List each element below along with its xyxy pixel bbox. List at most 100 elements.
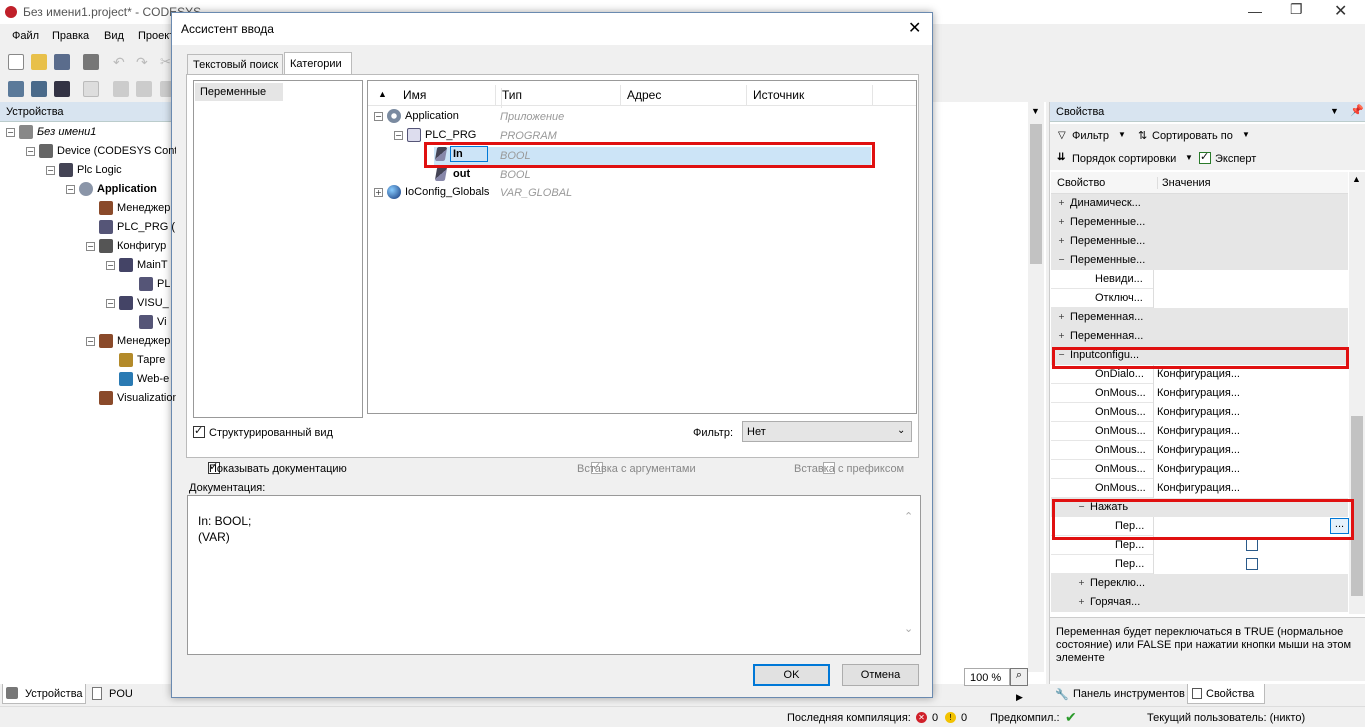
col-address[interactable]: Адрес	[627, 88, 661, 102]
tab-text-search[interactable]: Текстовый поиск	[187, 54, 283, 74]
device-tree-item[interactable]: − Без имени1	[6, 125, 96, 143]
property-value[interactable]	[1153, 593, 1348, 612]
menu-file[interactable]: Файл	[12, 30, 39, 42]
properties-scrollbar[interactable]: ▲	[1349, 172, 1365, 614]
menu-project[interactable]: Проект	[138, 30, 174, 42]
scroll-down-icon[interactable]: ▼	[1031, 106, 1040, 116]
expand-icon[interactable]: +	[1077, 597, 1086, 607]
open-folder-icon[interactable]	[31, 54, 47, 70]
expand-icon[interactable]: +	[374, 187, 383, 197]
tab-pou[interactable]: POU	[89, 684, 169, 704]
property-row[interactable]: OnMous... Конфигурация...	[1051, 422, 1348, 441]
property-value[interactable]: Конфигурация...	[1153, 384, 1348, 403]
property-row[interactable]: OnMous... Конфигурация...	[1051, 479, 1348, 498]
collapse-icon[interactable]: −	[86, 241, 95, 251]
device-tree-item[interactable]: PLC_PRG (	[86, 220, 175, 238]
zoom-box[interactable]: 100 %	[964, 668, 1010, 686]
editor-scrollbar[interactable]: ▼	[1028, 102, 1044, 672]
expand-icon[interactable]: +	[1077, 578, 1086, 588]
property-row[interactable]: OnMous... Конфигурация...	[1051, 403, 1348, 422]
scroll-right-icon[interactable]: ▶	[1016, 692, 1023, 703]
minimize-icon[interactable]: —	[1248, 3, 1262, 19]
property-row[interactable]: Отключ...	[1051, 289, 1348, 308]
property-value[interactable]	[1153, 289, 1348, 308]
property-row[interactable]: + Переменная...	[1051, 308, 1348, 327]
close-window-icon[interactable]: ✕	[1334, 1, 1347, 21]
device-tree-item[interactable]: − Менеджер	[86, 334, 170, 352]
device-tree-item[interactable]: − VISU_	[106, 296, 169, 314]
collapse-icon[interactable]: −	[66, 184, 75, 194]
build-icon[interactable]	[8, 81, 24, 97]
tab-devices[interactable]: Устройства	[2, 684, 86, 704]
panel-dropdown-icon[interactable]: ▼	[1330, 106, 1339, 116]
collapse-icon[interactable]: −	[106, 260, 115, 270]
expand-icon[interactable]: +	[1057, 236, 1066, 246]
collapse-icon[interactable]: −	[46, 165, 55, 175]
collapse-icon[interactable]: −	[1057, 255, 1066, 265]
property-row[interactable]: OnMous... Конфигурация...	[1051, 384, 1348, 403]
device-tree-item[interactable]: − Конфигур	[86, 239, 166, 257]
property-value[interactable]	[1153, 194, 1348, 213]
tool-b-icon[interactable]	[136, 81, 152, 97]
property-value[interactable]	[1153, 327, 1348, 346]
login-icon[interactable]	[31, 81, 47, 97]
property-row[interactable]: − Переменные...	[1051, 251, 1348, 270]
expert-checkbox[interactable]	[1199, 150, 1211, 165]
device-tree-item[interactable]: Vi	[126, 315, 167, 333]
tree-row-application[interactable]: − Application Приложение	[374, 109, 774, 127]
device-tree-item[interactable]: Менеджер	[86, 201, 170, 219]
collapse-icon[interactable]: −	[374, 111, 383, 121]
property-value[interactable]	[1153, 574, 1348, 593]
cancel-button[interactable]: Отмена	[842, 664, 919, 686]
property-row[interactable]: OnMous... Конфигурация...	[1051, 441, 1348, 460]
filter-icon[interactable]: ▽	[1058, 130, 1066, 141]
pin-icon[interactable]: 📌	[1350, 104, 1364, 117]
zoom-icon[interactable]: ⌕	[1010, 668, 1028, 686]
expand-icon[interactable]: +	[1057, 217, 1066, 227]
collapse-icon[interactable]: −	[394, 130, 403, 140]
property-value[interactable]	[1153, 555, 1348, 574]
filter-select[interactable]: Нет ⌄	[742, 421, 912, 442]
sort-icon[interactable]: ⇅	[1138, 129, 1147, 142]
collapse-icon[interactable]: −	[106, 298, 115, 308]
sort-by-dropdown-icon[interactable]: ▼	[1242, 130, 1250, 139]
maximize-icon[interactable]: ❐	[1290, 1, 1303, 18]
tree-row-out[interactable]: out BOOL	[434, 167, 834, 185]
sort-by-button[interactable]: Сортировать по	[1152, 130, 1233, 142]
property-value[interactable]: Конфигурация...	[1153, 422, 1348, 441]
prop-scroll-up-icon[interactable]: ▲	[1352, 174, 1361, 184]
device-tree-item[interactable]: − Device (CODESYS Cont	[26, 144, 176, 162]
filter-button[interactable]: Фильтр	[1072, 130, 1109, 142]
undo-icon[interactable]: ↶	[113, 54, 129, 70]
property-row[interactable]: + Динамическ...	[1051, 194, 1348, 213]
menu-view[interactable]: Вид	[104, 30, 124, 42]
property-row[interactable]: Невиди...	[1051, 270, 1348, 289]
device-tree-item[interactable]: − Application	[66, 182, 157, 200]
sort-order-dropdown-icon[interactable]: ▼	[1185, 153, 1193, 162]
col-type[interactable]: Тип	[501, 88, 522, 108]
device-tree-item[interactable]: − MainT	[106, 258, 168, 276]
collapse-icon[interactable]: −	[86, 336, 95, 346]
property-value[interactable]: Конфигурация...	[1153, 460, 1348, 479]
grid-icon[interactable]	[54, 81, 70, 97]
tab-toolbox[interactable]: 🔧 Панель инструментов	[1051, 684, 1185, 704]
col-source[interactable]: Источник	[753, 88, 804, 102]
collapse-icon[interactable]: −	[6, 127, 15, 137]
property-value[interactable]	[1153, 232, 1348, 251]
sort-asc-icon[interactable]: ▲	[378, 89, 387, 99]
property-checkbox[interactable]	[1246, 539, 1258, 551]
ok-button[interactable]: OK	[753, 664, 830, 686]
property-row[interactable]: + Горячая...	[1051, 593, 1348, 612]
menu-edit[interactable]: Правка	[52, 30, 89, 42]
tree-row-ioconfig-globals[interactable]: + IoConfig_Globals VAR_GLOBAL	[374, 185, 774, 203]
expand-icon[interactable]: +	[1057, 331, 1066, 341]
scroll-thumb[interactable]	[1030, 124, 1042, 264]
expand-icon[interactable]: +	[1057, 198, 1066, 208]
property-checkbox[interactable]	[1246, 558, 1258, 570]
property-row[interactable]: Пер...	[1051, 555, 1348, 574]
expand-icon[interactable]: +	[1057, 312, 1066, 322]
filter-dropdown-icon[interactable]: ▼	[1118, 130, 1126, 139]
sort-order-icon[interactable]: ⇊	[1057, 152, 1065, 163]
property-value[interactable]: Конфигурация...	[1153, 403, 1348, 422]
property-value[interactable]: Конфигурация...	[1153, 479, 1348, 498]
